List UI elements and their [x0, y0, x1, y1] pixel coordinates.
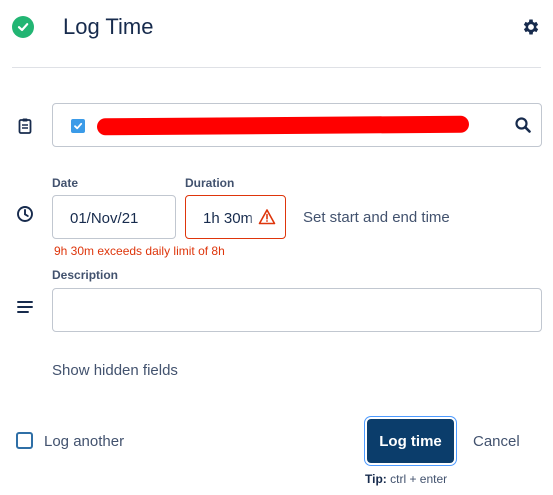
issue-type-icon: [71, 119, 85, 133]
tip-text: ctrl + enter: [386, 472, 448, 486]
clock-icon: [16, 205, 34, 223]
show-hidden-fields-link[interactable]: Show hidden fields: [52, 362, 178, 379]
description-field[interactable]: [52, 288, 542, 332]
warning-icon: [258, 208, 276, 226]
set-start-end-time-link[interactable]: Set start and end time: [303, 209, 450, 226]
log-another-checkbox[interactable]: [16, 432, 33, 449]
success-check-icon: [12, 16, 34, 38]
log-time-button[interactable]: Log time: [367, 419, 454, 463]
keyboard-tip: Tip: ctrl + enter: [365, 472, 447, 486]
duration-value: 1h 30m: [203, 210, 254, 227]
duration-error-message: 9h 30m exceeds daily limit of 8h: [54, 244, 225, 258]
description-label: Description: [52, 268, 119, 282]
header-divider: [12, 67, 541, 68]
clipboard-icon: [16, 117, 34, 135]
log-another-label: Log another: [44, 433, 125, 450]
cancel-button[interactable]: Cancel: [473, 433, 520, 450]
dialog-title: Log Time: [63, 14, 154, 39]
date-field[interactable]: 01/Nov/21: [52, 195, 176, 239]
lines-icon: [16, 298, 34, 316]
gear-icon[interactable]: [521, 17, 541, 37]
duration-label: Duration: [185, 176, 235, 190]
date-label: Date: [52, 176, 79, 190]
duration-field[interactable]: 1h 30m: [185, 195, 286, 239]
redacted-issue-text: [96, 115, 470, 136]
tip-prefix: Tip:: [365, 472, 387, 486]
search-icon[interactable]: [514, 116, 532, 134]
issue-picker[interactable]: [52, 103, 542, 147]
